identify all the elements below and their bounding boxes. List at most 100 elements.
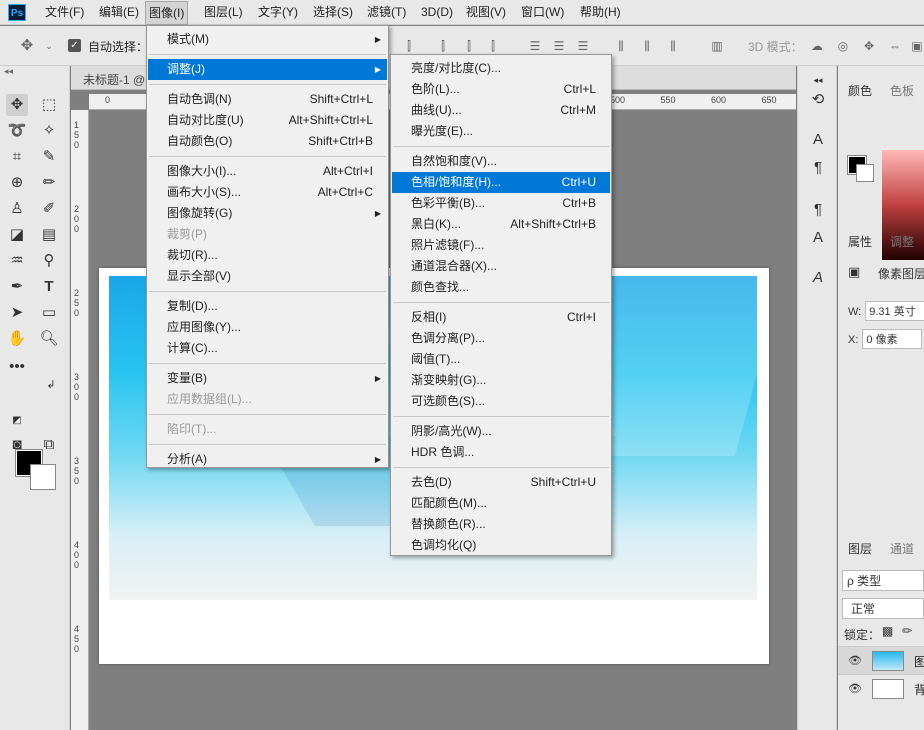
menu-item[interactable]: 色相/饱和度(H)... Ctrl+U: [392, 172, 610, 193]
menu-item[interactable]: 渐变映射(G)...: [392, 370, 610, 391]
panel-background-swatch[interactable]: [856, 164, 874, 182]
dodge-tool-icon[interactable]: ⚲: [38, 250, 60, 272]
menu-9[interactable]: 窗口(W): [521, 0, 564, 25]
width-field[interactable]: 9.31 英寸: [865, 301, 924, 321]
menu-item[interactable]: 图像旋转(G) ▶: [148, 203, 387, 224]
align-hcenter-icon[interactable]: ⫿: [436, 39, 450, 53]
menu-item[interactable]: 自动颜色(O) Shift+Ctrl+B: [148, 131, 387, 152]
menu-item[interactable]: 阈值(T)...: [392, 349, 610, 370]
blur-tool-icon[interactable]: ♒: [6, 250, 28, 272]
auto-select-checkbox[interactable]: ✓: [68, 39, 81, 52]
background-color-swatch[interactable]: [30, 464, 56, 490]
menu-item[interactable]: 通道混合器(X)...: [392, 256, 610, 277]
eye-icon[interactable]: 👁: [848, 654, 862, 667]
menu-0[interactable]: 文件(F): [45, 0, 84, 25]
3d-pan-icon[interactable]: ✥: [862, 39, 876, 53]
menu-item[interactable]: 黑白(K)... Alt+Shift+Ctrl+B: [392, 214, 610, 235]
move-tool-icon[interactable]: ✥: [20, 38, 34, 53]
distribute-hcenter-icon[interactable]: ⫼: [640, 39, 654, 53]
distribute-bottom-icon[interactable]: ☰: [576, 39, 590, 53]
tab-adjustments[interactable]: 调整: [890, 233, 914, 250]
path-select-icon[interactable]: ➤: [6, 302, 28, 324]
quick-mask-icon[interactable]: ◙: [6, 434, 28, 456]
move-tool-icon[interactable]: ✥: [6, 94, 28, 116]
crop-tool-icon[interactable]: ⌗: [6, 146, 28, 168]
hand-tool-icon[interactable]: ✋: [6, 328, 28, 350]
healing-brush-icon[interactable]: ⊕: [6, 172, 28, 194]
glyphs-panel-icon[interactable]: A: [808, 268, 828, 288]
zoom-tool-icon[interactable]: 🔍︎: [38, 328, 60, 350]
distribute-vcenter-icon[interactable]: ☰: [552, 39, 566, 53]
character-panel-icon[interactable]: A: [808, 130, 828, 150]
menu-item[interactable]: 显示全部(V): [148, 266, 387, 287]
menu-item[interactable]: 照片滤镜(F)...: [392, 235, 610, 256]
tab-color[interactable]: 颜色: [848, 82, 872, 99]
menu-item[interactable]: 模式(M) ▶: [148, 29, 387, 50]
align-left-icon[interactable]: ⫿: [402, 39, 416, 53]
layer-row[interactable]: 👁 图: [838, 646, 924, 674]
menu-item[interactable]: 色调分离(P)...: [392, 328, 610, 349]
menu-item[interactable]: 自然饱和度(V)...: [392, 151, 610, 172]
align-top-icon[interactable]: ⫿: [486, 39, 500, 53]
menu-item[interactable]: 调整(J) ▶: [148, 59, 387, 80]
tab-layers[interactable]: 图层: [848, 540, 872, 557]
menu-item[interactable]: 色调均化(Q): [392, 535, 610, 556]
collapse-icon[interactable]: ◂◂: [4, 66, 13, 77]
history-brush-icon[interactable]: ✐: [38, 198, 60, 220]
magic-wand-icon[interactable]: ✧: [38, 120, 60, 142]
paragraph-styles-icon[interactable]: ¶: [808, 200, 828, 220]
menu-item[interactable]: 复制(D)...: [148, 296, 387, 317]
align-right-icon[interactable]: ⫿: [462, 39, 476, 53]
3d-scale-icon[interactable]: ▣: [910, 39, 924, 53]
lock-transparent-icon[interactable]: ▩: [882, 624, 893, 638]
character-styles-icon[interactable]: A: [808, 228, 828, 248]
screen-mode-icon[interactable]: ⧉: [38, 434, 60, 456]
collapse-icon[interactable]: ◂◂: [808, 70, 828, 90]
pen-tool-icon[interactable]: ✒: [6, 276, 28, 298]
menu-item[interactable]: 裁切(R)...: [148, 245, 387, 266]
menu-6[interactable]: 滤镜(T): [367, 0, 406, 25]
layer-row[interactable]: 👁 背: [838, 674, 924, 702]
menu-item[interactable]: 反相(I) Ctrl+I: [392, 307, 610, 328]
menu-item[interactable]: 亮度/对比度(C)...: [392, 58, 610, 79]
menu-item[interactable]: 可选颜色(S)...: [392, 391, 610, 412]
menu-4[interactable]: 文字(Y): [258, 0, 298, 25]
menu-item[interactable]: 应用图像(Y)...: [148, 317, 387, 338]
marquee-tool-icon[interactable]: ⬚: [38, 94, 60, 116]
menu-5[interactable]: 选择(S): [313, 0, 353, 25]
menu-7[interactable]: 3D(D): [421, 0, 453, 25]
tab-channels[interactable]: 通道: [890, 540, 914, 557]
menu-item[interactable]: 图像大小(I)... Alt+Ctrl+I: [148, 161, 387, 182]
menu-item[interactable]: 颜色查找...: [392, 277, 610, 298]
layer-kind-filter[interactable]: ρ 类型: [842, 570, 924, 591]
type-tool-icon[interactable]: T: [38, 276, 60, 298]
eyedropper-icon[interactable]: ✎: [38, 146, 60, 168]
lock-brush-icon[interactable]: ✏: [902, 624, 912, 638]
menu-1[interactable]: 编辑(E): [99, 0, 139, 25]
eye-icon[interactable]: 👁: [848, 682, 862, 695]
distribute-right-icon[interactable]: ⫼: [666, 39, 680, 53]
auto-align-icon[interactable]: ▥: [710, 39, 724, 53]
menu-item[interactable]: 自动对比度(U) Alt+Shift+Ctrl+L: [148, 110, 387, 131]
x-field[interactable]: 0 像素: [862, 329, 923, 349]
brush-tool-icon[interactable]: ✏: [38, 172, 60, 194]
chevron-down-icon[interactable]: ⌄: [42, 39, 56, 53]
menu-item[interactable]: 自动色调(N) Shift+Ctrl+L: [148, 89, 387, 110]
menu-2[interactable]: 图像(I): [145, 1, 189, 25]
tab-swatches[interactable]: 色板: [890, 82, 914, 99]
3d-slide-icon[interactable]: ⇔: [888, 39, 902, 53]
distribute-left-icon[interactable]: ⫼: [614, 39, 628, 53]
menu-item[interactable]: 画布大小(S)... Alt+Ctrl+C: [148, 182, 387, 203]
menu-item[interactable]: 匹配颜色(M)...: [392, 493, 610, 514]
eraser-tool-icon[interactable]: ◪: [6, 224, 28, 246]
menu-item[interactable]: 计算(C)...: [148, 338, 387, 359]
3d-orbit-icon[interactable]: ☁: [810, 39, 824, 53]
menu-item[interactable]: 曝光度(E)...: [392, 121, 610, 142]
blend-mode-select[interactable]: 正常: [842, 598, 924, 619]
menu-item[interactable]: HDR 色调...: [392, 442, 610, 463]
paragraph-panel-icon[interactable]: ¶: [808, 158, 828, 178]
menu-item[interactable]: 色彩平衡(B)... Ctrl+B: [392, 193, 610, 214]
menu-3[interactable]: 图层(L): [204, 0, 243, 25]
menu-8[interactable]: 视图(V): [466, 0, 506, 25]
menu-item[interactable]: 去色(D) Shift+Ctrl+U: [392, 472, 610, 493]
